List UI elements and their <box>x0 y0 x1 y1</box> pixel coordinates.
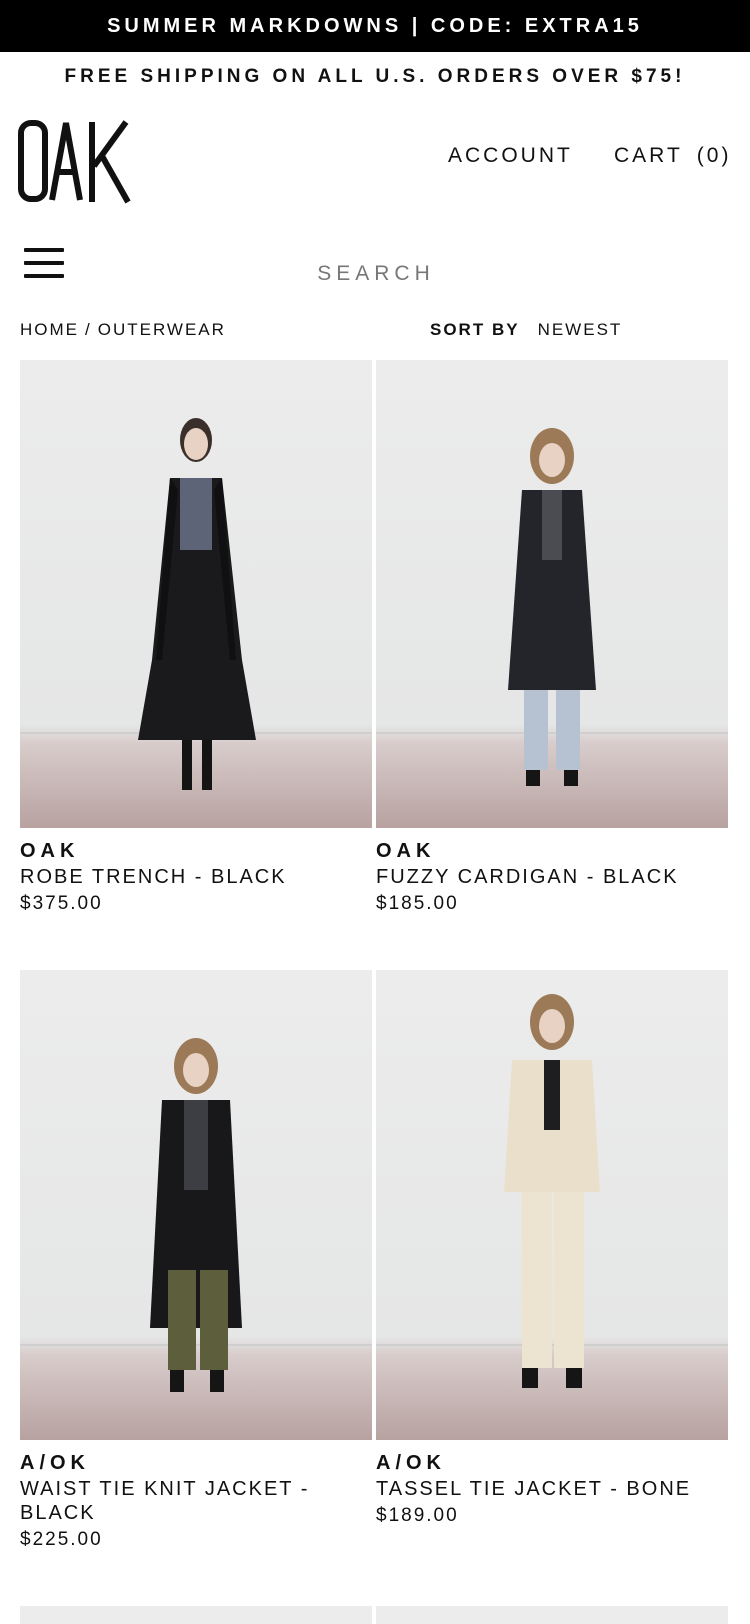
model-illustration <box>504 994 600 1388</box>
hamburger-icon[interactable] <box>24 246 66 280</box>
breadcrumb-separator: / <box>85 320 92 339</box>
model-illustration <box>150 1038 242 1392</box>
product-price: $375.00 <box>20 893 103 914</box>
sort-label: SORT BY <box>430 320 520 339</box>
product-brand: OAK <box>20 840 80 862</box>
product-brand: A/OK <box>376 1452 446 1474</box>
product-brand: OAK <box>376 840 436 862</box>
cart-link[interactable]: CART (0) <box>614 144 731 168</box>
breadcrumb-home[interactable]: HOME <box>20 320 79 339</box>
promo-banner: SUMMER MARKDOWNS | CODE: EXTRA15 <box>0 0 750 52</box>
cart-label: CART <box>614 144 683 167</box>
product-card[interactable]: A/OK TASSEL TIE JACKET - BONE $189.00 <box>376 970 728 1527</box>
product-image-next[interactable] <box>376 1606 728 1624</box>
product-title[interactable]: TASSEL TIE JACKET - BONE <box>376 1477 728 1501</box>
product-card[interactable]: A/OK WAIST TIE KNIT JACKET - BLACK $225.… <box>20 970 372 1551</box>
hamburger-line <box>24 261 64 265</box>
breadcrumb: HOME / OUTERWEAR <box>20 320 226 340</box>
account-link[interactable]: ACCOUNT <box>448 144 573 168</box>
product-price: $185.00 <box>376 893 459 914</box>
product-price: $189.00 <box>376 1505 459 1526</box>
oak-logo[interactable] <box>18 120 134 204</box>
sort-value[interactable]: NEWEST <box>538 320 623 339</box>
product-title[interactable]: WAIST TIE KNIT JACKET - BLACK <box>20 1477 372 1525</box>
product-image[interactable] <box>20 970 372 1440</box>
product-title[interactable]: FUZZY CARDIGAN - BLACK <box>376 865 728 889</box>
model-illustration <box>508 428 596 786</box>
breadcrumb-current: OUTERWEAR <box>97 320 226 339</box>
product-image[interactable] <box>20 360 372 828</box>
product-card[interactable]: OAK ROBE TRENCH - BLACK $375.00 <box>20 360 372 915</box>
product-image-next[interactable] <box>20 1606 372 1624</box>
product-card[interactable]: OAK FUZZY CARDIGAN - BLACK $185.00 <box>376 360 728 915</box>
product-brand: A/OK <box>20 1452 90 1474</box>
model-illustration <box>138 418 256 790</box>
product-image[interactable] <box>376 360 728 828</box>
hamburger-line <box>24 248 64 252</box>
product-image[interactable] <box>376 970 728 1440</box>
cart-count: (0) <box>696 144 732 167</box>
product-price: $225.00 <box>20 1529 103 1550</box>
shipping-text: FREE SHIPPING ON ALL U.S. ORDERS OVER $7… <box>64 66 686 87</box>
oak-logo-mark <box>18 120 131 204</box>
shipping-banner: FREE SHIPPING ON ALL U.S. ORDERS OVER $7… <box>0 52 750 102</box>
product-title[interactable]: ROBE TRENCH - BLACK <box>20 865 372 889</box>
sort-control[interactable]: SORT BY NEWEST <box>430 320 622 340</box>
search-input[interactable] <box>226 256 526 292</box>
hamburger-line <box>24 274 64 278</box>
promo-text: SUMMER MARKDOWNS | CODE: EXTRA15 <box>107 14 643 37</box>
